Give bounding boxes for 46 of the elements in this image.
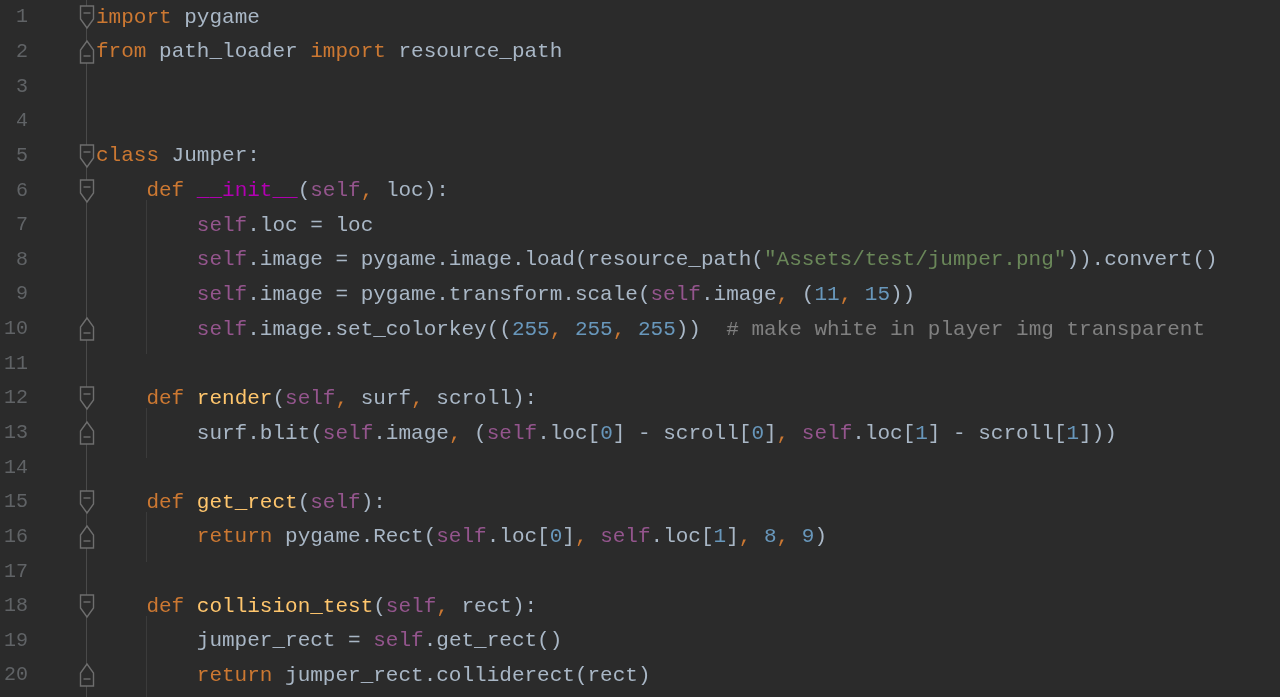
code-line: class Jumper: bbox=[96, 145, 260, 167]
line-number: 9 bbox=[15, 281, 28, 308]
fold-start-icon[interactable] bbox=[79, 142, 95, 169]
line-number: 18 bbox=[3, 593, 28, 620]
code-line: return jumper_rect.colliderect(rect) bbox=[195, 665, 651, 686]
fold-end-icon[interactable] bbox=[79, 420, 95, 446]
code-line: return pygame.Rect(self.loc[0], self.loc[1], 8, 9) bbox=[195, 526, 828, 548]
fold-end-icon[interactable] bbox=[79, 662, 95, 689]
code-line: def render(self, surf, scroll): bbox=[145, 387, 538, 409]
line-number: 10 bbox=[3, 316, 28, 343]
line-number: 13 bbox=[3, 420, 28, 446]
line-number: 4 bbox=[15, 108, 28, 135]
line-number: 8 bbox=[15, 246, 28, 273]
code-line: def __init__(self, loc): bbox=[145, 180, 449, 201]
line-number: 14 bbox=[3, 454, 28, 481]
line-number: 16 bbox=[3, 523, 28, 550]
line-number: 2 bbox=[15, 38, 28, 65]
code-line: from path_loader import resource_path bbox=[96, 41, 563, 63]
fold-start-icon[interactable] bbox=[79, 489, 95, 516]
code-line: def collision_test(self, rect): bbox=[145, 595, 538, 617]
line-number: 5 bbox=[15, 142, 28, 169]
line-number: 19 bbox=[3, 627, 28, 654]
fold-end-icon[interactable] bbox=[79, 316, 95, 343]
code-line: self.image = pygame.image.load(resource_path("Assets/test/jumper.png")).convert() bbox=[195, 249, 1218, 271]
line-number: 12 bbox=[3, 385, 28, 412]
line-number: 1 bbox=[15, 4, 28, 31]
code-line: self.image.set_colorkey((255, 255, 255)) # make white in player img transparent bbox=[195, 318, 1206, 340]
line-number: 15 bbox=[3, 489, 28, 516]
fold-end-icon[interactable] bbox=[79, 523, 95, 550]
code-line: self.loc = loc bbox=[195, 214, 374, 236]
line-number: 6 bbox=[15, 177, 28, 204]
code-line: surf.blit(self.image, (self.loc[0] - scroll[0], self.loc[1] - scroll[1])) bbox=[195, 422, 1117, 444]
line-number: 20 bbox=[3, 662, 28, 689]
code-line: import pygame bbox=[96, 6, 260, 28]
fold-end-icon[interactable] bbox=[79, 38, 95, 65]
fold-start-icon[interactable] bbox=[79, 177, 95, 204]
code-line: def get_rect(self): bbox=[145, 491, 386, 513]
fold-start-icon[interactable] bbox=[79, 593, 95, 620]
line-number: 17 bbox=[3, 558, 28, 585]
line-number: 11 bbox=[3, 350, 28, 377]
line-number: 3 bbox=[15, 73, 28, 100]
code-line: jumper_rect = self.get_rect() bbox=[195, 630, 563, 652]
fold-start-icon[interactable] bbox=[79, 385, 95, 412]
code-line: self.image = pygame.transform.scale(self.image, (11, 15)) bbox=[195, 283, 916, 305]
line-number: 7 bbox=[15, 212, 28, 239]
fold-start-icon[interactable] bbox=[79, 4, 95, 31]
